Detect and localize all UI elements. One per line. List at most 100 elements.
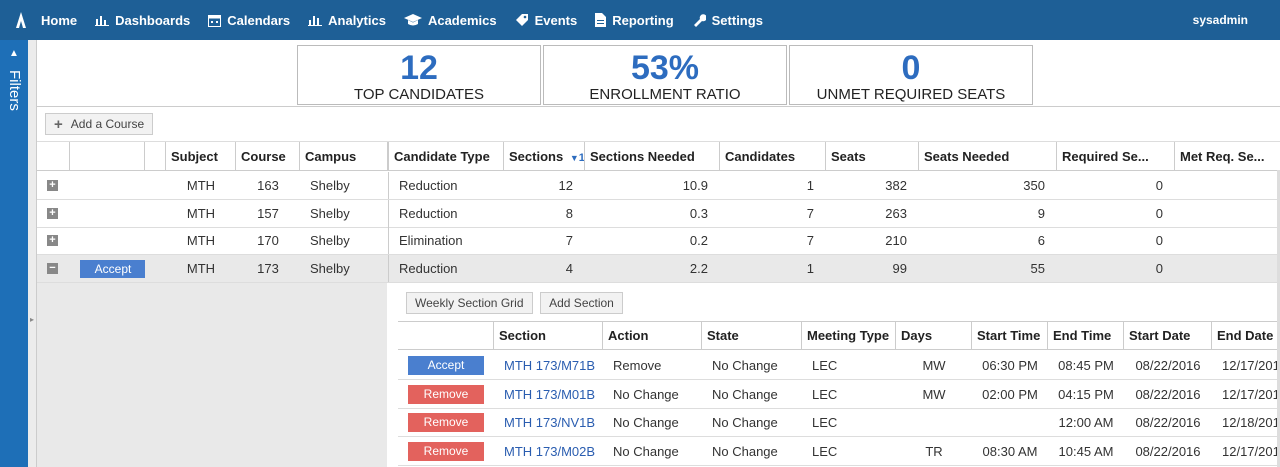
expand-icon[interactable]: + [47,180,58,191]
subcell-section[interactable]: MTH 173/M02B [494,438,603,465]
subcell-section[interactable]: MTH 173/M01B [494,381,603,408]
col-expander [37,142,70,171]
col-sections-label: Sections [509,149,564,164]
col-met-required[interactable]: Met Req. Se... [1175,142,1280,171]
col-campus[interactable]: Campus [300,142,388,171]
collapse-icon[interactable]: − [47,263,58,274]
plus-icon: + [54,115,63,133]
table-row[interactable]: + MTH 163 Shelby Reduction 12 10.9 1 382 350 0 [37,172,1280,200]
subcol-start-time[interactable]: Start Time [972,322,1048,350]
subcell-end: 10:45 AM [1058,443,1114,459]
col-required-seats[interactable]: Required Se... [1057,142,1175,171]
subcell-start: 08:30 AM [982,443,1038,459]
table-row[interactable]: − Accept MTH 173 Shelby Reduction 4 2.2 1 99 55 0 [37,255,1280,283]
cell-needed: 2.2 [689,261,708,276]
col-sections-needed[interactable]: Sections Needed [585,142,720,171]
cell-seats: 382 [885,178,907,193]
expanded-row-panel [37,282,387,467]
remove-button[interactable]: Remove [408,441,484,461]
filters-panel-toggle[interactable]: ▲ Filters [0,40,28,467]
col-sections[interactable]: Sections ▼1 [504,142,585,171]
subcell-end-date: 12/17/201 [1222,386,1280,402]
sort-order: 1 [578,152,585,164]
col-subject[interactable]: Subject [166,142,236,171]
col-course[interactable]: Course [236,142,300,171]
accept-button[interactable]: Accept [80,260,145,278]
cell-seats-needed: 55 [1030,261,1045,276]
subcell-end-date: 12/17/201 [1222,443,1280,459]
add-section-button[interactable]: Add Section [540,292,623,314]
cell-needed: 0.3 [689,206,708,221]
subcell-start-date: 08/22/2016 [1135,415,1201,430]
nav-dashboards[interactable]: Dashboards [86,0,199,40]
cell-expander: + [37,172,70,199]
grid-header: Subject Course Campus Candidate Type Sec… [37,141,1280,171]
cell-type: Reduction [388,172,504,199]
subcell-section[interactable]: MTH 173/M71B [494,352,603,379]
subcell-end: 04:15 PM [1058,386,1114,402]
subcol-state[interactable]: State [702,322,802,350]
expand-icon[interactable]: + [47,235,58,246]
subcell-end: 12:00 AM [1058,415,1114,430]
subcell-start-date: 08/22/2016 [1135,443,1201,459]
nav-academics[interactable]: Academics [395,0,506,40]
subcol-meeting-type[interactable]: Meeting Type [802,322,896,350]
expand-icon[interactable]: + [47,208,58,219]
filters-label: Filters [6,70,23,111]
table-row[interactable]: + MTH 157 Shelby Reduction 8 0.3 7 263 9 0 [37,200,1280,228]
col-candidate-type[interactable]: Candidate Type [388,142,504,171]
cell-candidates: 1 [806,178,814,193]
user-menu[interactable]: sysadmin [1193,0,1248,40]
list-item[interactable]: Accept MTH 173/M71B Remove No Change LEC MW 06… [398,352,1280,380]
list-item[interactable]: Remove MTH 173/M02B No Change No Change LEC T… [398,438,1280,466]
subcell-days: MW [922,386,946,402]
subcell-end: 08:45 PM [1058,358,1114,373]
subcol-end-date[interactable]: End Date [1212,322,1280,350]
remove-button[interactable]: Remove [408,384,484,404]
cell-seats: 263 [885,206,907,221]
subcol-start-date[interactable]: Start Date [1124,322,1212,350]
subcol-days[interactable]: Days [896,322,972,350]
subcell-section[interactable]: MTH 173/NV1B [494,409,603,436]
stats-bar: 12 TOP CANDIDATES 53% ENROLLMENT RATIO 0… [37,40,1280,107]
cell-candidates: 1 [806,261,814,276]
panel-splitter[interactable]: ▸ [28,40,37,467]
wrench-icon [692,13,706,27]
weekly-section-grid-button[interactable]: Weekly Section Grid [406,292,533,314]
subcell-end-date: 12/18/201 [1222,415,1280,430]
subcell-meeting: LEC [812,443,838,459]
nav-reporting[interactable]: Reporting [586,0,682,40]
add-course-label: Add a Course [70,117,145,131]
col-seats[interactable]: Seats [826,142,919,171]
list-item[interactable]: Remove MTH 173/NV1B No Change No Change LEC 1… [398,409,1280,437]
nav-settings[interactable]: Settings [683,0,772,40]
graduation-cap-icon [403,14,422,26]
nav-events[interactable]: Events [506,0,587,40]
remove-button[interactable]: Remove [408,413,484,432]
nav-calendars-label: Calendars [227,12,291,28]
cell-sections: 12 [558,178,573,193]
col-candidates[interactable]: Candidates [720,142,826,171]
top-nav: Home Dashboards Calendars Analytics Acad… [0,0,1280,40]
sections-subgrid: Weekly Section Grid Add Section Section … [398,286,1280,467]
table-row[interactable]: + MTH 170 Shelby Elimination 7 0.2 7 210 6 0 [37,227,1280,255]
nav-events-label: Events [534,12,578,28]
subcol-action[interactable]: Action [603,322,702,350]
add-course-button[interactable]: + Add a Course [45,113,154,135]
list-item[interactable]: Remove MTH 173/M01B No Change No Change LEC M… [398,381,1280,409]
stat-enrollment-ratio: 53% ENROLLMENT RATIO [543,45,787,105]
logo-icon[interactable] [10,0,32,40]
cell-subject: MTH [186,206,216,221]
cell-campus: Shelby [310,178,350,193]
grip-icon: ▸ [30,315,35,324]
nav-calendars[interactable]: Calendars [199,0,299,40]
subcol-end-time[interactable]: End Time [1048,322,1124,350]
subcol-section[interactable]: Section [494,322,603,350]
nav-home[interactable]: Home [32,0,86,40]
col-blank [145,142,166,171]
stat-value: 12 [400,49,438,87]
subcell-end-date: 12/17/201 [1222,358,1280,373]
nav-analytics[interactable]: Analytics [299,0,395,40]
col-seats-needed[interactable]: Seats Needed [919,142,1057,171]
accept-button[interactable]: Accept [408,356,484,375]
